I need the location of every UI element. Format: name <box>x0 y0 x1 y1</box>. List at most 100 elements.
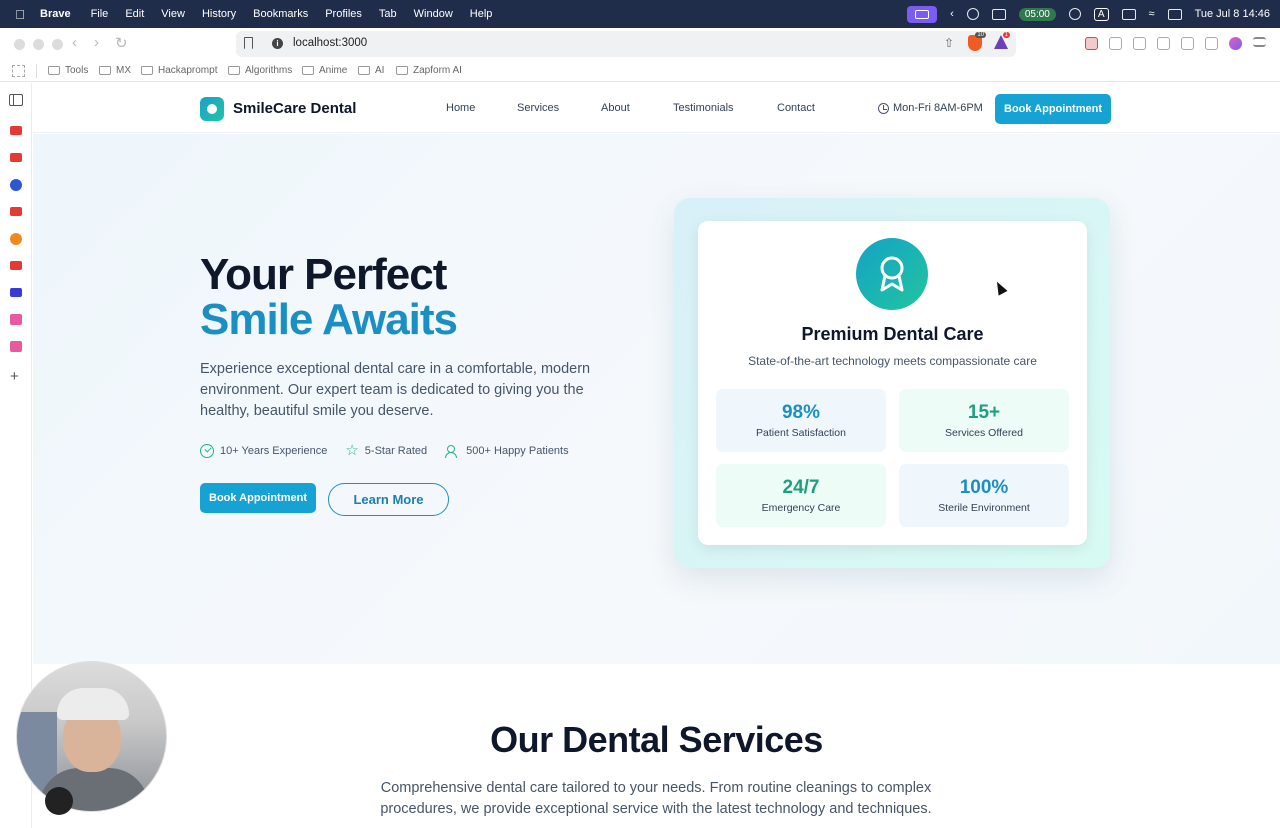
youtube-icon[interactable] <box>10 261 22 270</box>
reload-icon[interactable]: ↻ <box>115 34 128 52</box>
window-controls <box>14 39 63 50</box>
zoom-window-button[interactable] <box>52 39 63 50</box>
folder-icon <box>358 66 370 75</box>
cloud-icon[interactable] <box>966 8 979 20</box>
url-text[interactable]: localhost:3000 <box>293 37 367 49</box>
vpn-icon[interactable] <box>1205 37 1218 50</box>
stat-label: Emergency Care <box>761 502 841 514</box>
forward-icon[interactable]: › <box>94 34 99 51</box>
bookmark-icon[interactable] <box>244 37 253 49</box>
sidebar-panel-icon[interactable] <box>1133 37 1146 50</box>
webcam-control-button[interactable] <box>45 787 73 815</box>
apps-grid-icon[interactable] <box>12 65 25 77</box>
menubar-status-area: ‹ 05:00 A ≈ Tue Jul 8 14:46 <box>907 0 1270 28</box>
minimize-window-button[interactable] <box>33 39 44 50</box>
menu-edit[interactable]: Edit <box>125 8 144 20</box>
extensions-area <box>1085 37 1266 50</box>
menu-file[interactable]: File <box>91 8 109 20</box>
menubar-clock[interactable]: Tue Jul 8 14:46 <box>1195 8 1270 20</box>
nav-home[interactable]: Home <box>446 102 475 114</box>
stat-value: 100% <box>959 477 1009 498</box>
add-sidebar-item-icon[interactable]: + <box>10 368 19 385</box>
folder-icon <box>396 66 408 75</box>
bookmark-label: Tools <box>65 65 89 76</box>
wifi-icon[interactable]: ≈ <box>1149 8 1155 20</box>
stat-label: Sterile Environment <box>938 502 1030 514</box>
battery-icon[interactable] <box>1121 8 1136 20</box>
extension-icon[interactable] <box>1085 37 1098 50</box>
bookmark-anime[interactable]: Anime <box>302 65 347 76</box>
app-shortcut-icon[interactable] <box>10 314 22 325</box>
check-circle-icon <box>200 444 214 458</box>
users-icon <box>445 444 460 458</box>
menu-profiles[interactable]: Profiles <box>325 8 362 20</box>
nav-book-appointment-button[interactable]: Book Appointment <box>995 94 1111 124</box>
wallet-icon[interactable] <box>1157 37 1170 50</box>
leo-icon[interactable] <box>1181 37 1194 50</box>
app-shortcut-icon[interactable] <box>10 341 22 352</box>
feature-card-frame: Premium Dental Care State-of-the-art tec… <box>674 198 1110 568</box>
bookmark-algorithms[interactable]: Algorithms <box>228 65 292 76</box>
menu-tab[interactable]: Tab <box>379 8 397 20</box>
profile-avatar-icon[interactable] <box>1229 37 1242 50</box>
rewards-count-badge: 1 <box>1002 32 1010 38</box>
menu-icon[interactable] <box>1253 37 1266 47</box>
webcam-person-cap <box>57 688 129 720</box>
sidebar-toggle-icon[interactable] <box>9 94 23 106</box>
bookmark-label: Hackaprompt <box>158 65 218 76</box>
opening-hours: Mon-Fri 8AM-6PM <box>878 102 983 114</box>
download-icon[interactable] <box>991 8 1006 20</box>
close-window-button[interactable] <box>14 39 25 50</box>
feature-rating: ☆ 5-Star Rated <box>345 443 427 458</box>
timer-badge[interactable]: 05:00 <box>1018 7 1056 21</box>
chevron-left-icon[interactable]: ‹ <box>950 8 954 20</box>
flame-app-icon[interactable] <box>10 233 22 245</box>
stat-sterile: 100% Sterile Environment <box>899 464 1069 527</box>
g-app-icon[interactable] <box>10 179 22 191</box>
nav-about[interactable]: About <box>601 102 630 114</box>
apple-icon[interactable]:  <box>0 7 40 22</box>
site-info-icon[interactable]: i <box>272 38 283 49</box>
bookmark-zapform-ai[interactable]: Zapform AI <box>396 65 462 76</box>
webcam-overlay <box>16 661 167 812</box>
menu-view[interactable]: View <box>161 8 185 20</box>
hero-book-appointment-button[interactable]: Book Appointment <box>200 483 316 513</box>
nav-testimonials[interactable]: Testimonials <box>673 102 734 114</box>
youtube-icon[interactable] <box>10 126 22 135</box>
brand-name[interactable]: SmileCare Dental <box>233 100 356 117</box>
learn-more-button[interactable]: Learn More <box>328 483 449 516</box>
folder-icon <box>228 66 240 75</box>
card-subtitle: State-of-the-art technology meets compas… <box>748 354 1037 368</box>
tooth-logo-icon[interactable] <box>200 97 224 121</box>
bookmark-hackaprompt[interactable]: Hackaprompt <box>141 65 217 76</box>
stat-label: Patient Satisfaction <box>756 427 846 439</box>
nav-contact[interactable]: Contact <box>777 102 815 114</box>
award-icon <box>856 238 928 310</box>
feature-patients: 500+ Happy Patients <box>445 444 569 458</box>
back-icon[interactable]: ‹ <box>72 34 77 51</box>
screen-share-icon[interactable] <box>907 5 938 23</box>
address-bar[interactable]: i localhost:3000 ⇧ 10 1 <box>236 31 1016 57</box>
m-app-icon[interactable] <box>10 288 22 297</box>
bookmark-tools[interactable]: Tools <box>48 65 88 76</box>
play-icon[interactable] <box>1068 8 1081 20</box>
menu-app-brave[interactable]: Brave <box>40 8 71 20</box>
card-title: Premium Dental Care <box>801 324 984 344</box>
menu-history[interactable]: History <box>202 8 236 20</box>
stat-value: 98% <box>781 402 821 423</box>
youtube-icon[interactable] <box>10 207 22 216</box>
keyboard-input-icon[interactable]: A <box>1093 7 1109 21</box>
menu-help[interactable]: Help <box>470 8 493 20</box>
menu-bookmarks[interactable]: Bookmarks <box>253 8 308 20</box>
share-icon[interactable]: ⇧ <box>944 36 954 50</box>
bookmark-mx[interactable]: MX <box>99 65 131 76</box>
menu-window[interactable]: Window <box>414 8 453 20</box>
bookmark-ai[interactable]: AI <box>358 65 384 76</box>
puzzle-icon[interactable] <box>1109 37 1122 50</box>
hero-features: 10+ Years Experience ☆ 5-Star Rated 500+… <box>200 443 587 458</box>
bookmarks-divider <box>36 64 37 78</box>
control-center-icon[interactable] <box>1167 8 1182 20</box>
youtube-icon[interactable] <box>10 153 22 162</box>
nav-services[interactable]: Services <box>517 102 559 114</box>
browser-toolbar: ‹ › ↻ i localhost:3000 ⇧ 10 1 <box>0 28 1280 60</box>
